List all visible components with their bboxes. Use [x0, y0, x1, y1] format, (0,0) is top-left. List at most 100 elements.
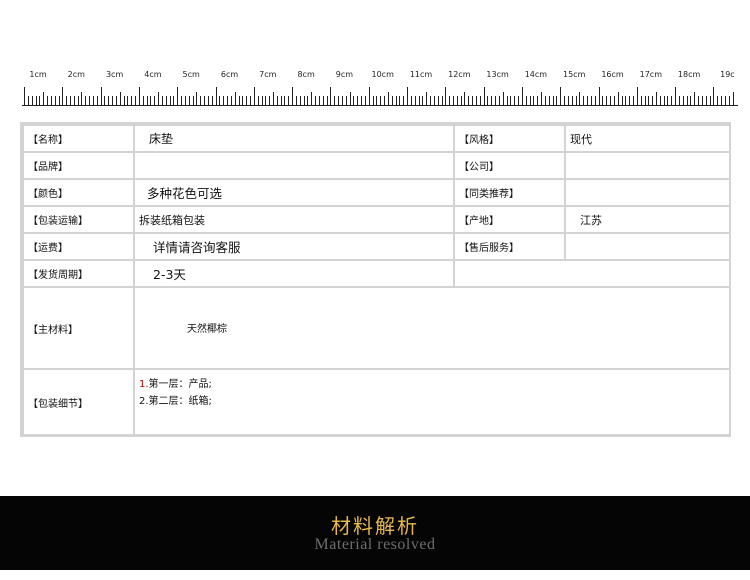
- ruler-label: 13cm: [486, 70, 509, 79]
- ruler-tick: [525, 96, 527, 105]
- ruler-tick: [150, 96, 152, 105]
- ruler-tick: [307, 96, 309, 105]
- banner-title-en: Material resolved: [314, 536, 436, 553]
- delivery-spacer: [453, 259, 731, 288]
- ruler-tick: [391, 96, 393, 105]
- ruler-tick: [705, 96, 707, 105]
- ruler-label: 10cm: [371, 70, 394, 79]
- ruler-tick: [587, 96, 588, 105]
- ruler-tick: [177, 87, 179, 105]
- ruler-tick: [230, 96, 232, 105]
- ruler-tick: [560, 87, 562, 105]
- ruler-tick: [533, 96, 535, 105]
- ruler-tick: [295, 96, 297, 105]
- ruler-tick: [138, 87, 140, 105]
- ruler-tick: [372, 96, 374, 105]
- ruler-label: 17cm: [639, 70, 662, 79]
- ruler-tick: [326, 96, 328, 105]
- ruler-tick: [575, 96, 577, 105]
- ruler-tick: [299, 96, 301, 105]
- ruler-tick: [387, 92, 389, 105]
- ruler-tick: [353, 96, 355, 105]
- ruler-tick: [200, 96, 202, 105]
- ruler-tick: [529, 96, 531, 105]
- ruler-tick: [242, 96, 244, 105]
- ruler-tick: [146, 96, 148, 105]
- ruler-tick: [472, 96, 474, 105]
- packing-details: 1.第一层：产品; 2.第二层：纸箱;: [133, 368, 731, 436]
- ruler-tick: [537, 96, 539, 105]
- material-label: 【主材料】: [22, 286, 135, 370]
- ruler-tick: [667, 96, 669, 105]
- ruler-tick: [169, 96, 171, 105]
- ruler-tick: [713, 87, 715, 105]
- ruler-tick: [648, 96, 650, 105]
- ruler-tick: [636, 87, 638, 105]
- ruler-tick: [514, 96, 516, 105]
- ruler-label: 6cm: [220, 70, 239, 79]
- ruler: 1cm 2cm 3cm 4cm 5cm 6cm 7cm 8cm 9cm 10cm 11cm 12cm 1…: [22, 62, 738, 110]
- ruler-tick: [192, 96, 194, 105]
- ruler-tick: [35, 96, 37, 105]
- ruler-tick: [602, 96, 604, 105]
- ruler-tick: [437, 96, 439, 105]
- ruler-tick: [583, 96, 585, 105]
- ruler-tick: [196, 92, 198, 105]
- ruler-tick: [112, 96, 114, 105]
- ruler-tick: [422, 96, 424, 105]
- ruler-tick: [257, 96, 259, 105]
- ruler-tick: [579, 92, 581, 105]
- ruler-tick: [330, 87, 332, 105]
- ruler-tick: [181, 96, 182, 105]
- ruler-tick: [633, 96, 634, 105]
- ruler-tick: [445, 87, 447, 105]
- ruler-tick: [487, 96, 489, 105]
- ruler-tick: [564, 96, 565, 105]
- ruler-tick: [142, 96, 144, 105]
- delivery-value: 2-3天: [133, 259, 455, 288]
- ruler-tick: [690, 96, 692, 105]
- packing-line-1-text: 第一层：产品;: [148, 379, 212, 390]
- ruler-tick: [70, 96, 71, 105]
- ruler-tick: [43, 92, 45, 105]
- ruler-tick: [89, 96, 91, 105]
- brand-value: [133, 151, 455, 180]
- ruler-tick: [215, 87, 217, 105]
- ruler-label: 18cm: [677, 70, 701, 79]
- ruler-tick: [571, 96, 573, 105]
- ruler-tick: [315, 96, 317, 105]
- ruler-tick: [395, 96, 397, 105]
- ruler-tick: [659, 96, 661, 105]
- ruler-tick: [345, 96, 347, 105]
- ruler-label: 2cm: [67, 70, 85, 79]
- material-value: 天然椰棕: [133, 286, 731, 370]
- section-banner: 材料解析 Material resolved: [0, 496, 750, 570]
- ruler-tick: [280, 96, 282, 105]
- ruler-tick: [154, 96, 156, 105]
- ruler-tick: [414, 96, 416, 105]
- ruler-label: 12cm: [448, 70, 471, 79]
- ruler-tick: [644, 96, 646, 105]
- ruler-tick: [498, 96, 500, 105]
- ruler-tick: [246, 96, 248, 105]
- ruler-tick: [694, 92, 696, 105]
- ruler-baseline: [22, 105, 738, 106]
- ruler-tick: [418, 96, 420, 105]
- ruler-tick: [376, 96, 378, 105]
- ruler-tick: [66, 96, 68, 105]
- ruler-tick: [96, 96, 98, 105]
- ruler-tick: [349, 92, 351, 105]
- ruler-tick: [119, 92, 121, 105]
- ruler-tick: [403, 96, 405, 105]
- ruler-tick: [334, 96, 336, 105]
- ruler-tick: [211, 96, 213, 105]
- ruler-tick: [732, 92, 734, 105]
- ruler-tick: [161, 96, 163, 105]
- ruler-tick: [250, 96, 251, 105]
- ruler-tick: [223, 96, 225, 105]
- table-row: 【运费】 详情请咨询客服 【售后服务】: [22, 232, 731, 261]
- ruler-tick: [717, 96, 719, 105]
- ruler-tick: [380, 96, 382, 105]
- ruler-tick: [357, 96, 359, 105]
- table-row: 【品牌】 【公司】: [22, 151, 731, 180]
